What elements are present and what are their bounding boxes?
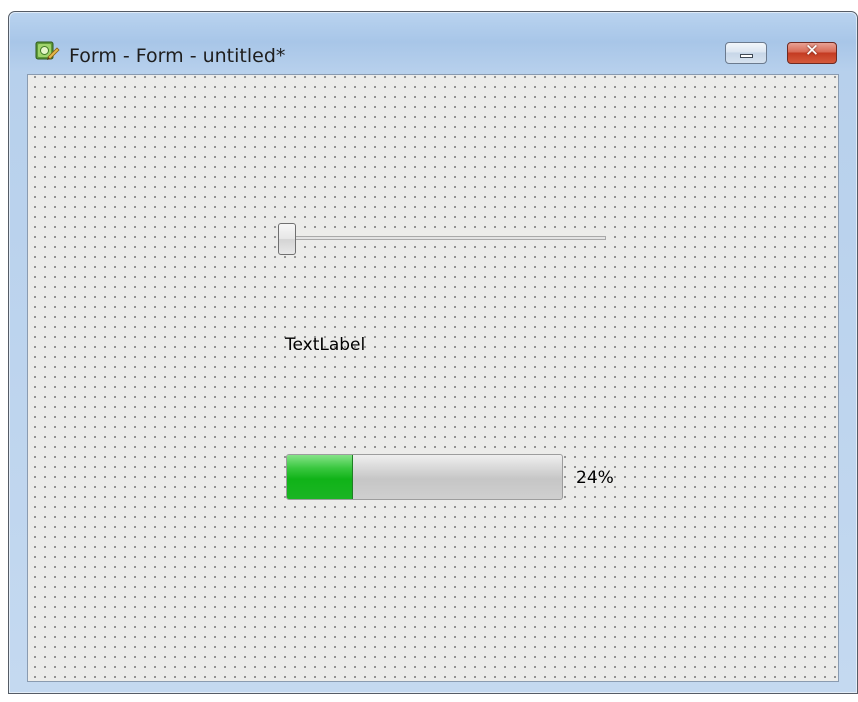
close-button[interactable]: ✕ xyxy=(787,41,837,64)
slider-groove[interactable] xyxy=(286,236,606,240)
minimize-button[interactable] xyxy=(725,42,767,64)
close-icon: ✕ xyxy=(804,41,820,61)
progress-fill xyxy=(287,455,353,499)
text-label: TextLabel xyxy=(285,335,366,355)
minimize-icon xyxy=(740,54,753,58)
title-bar[interactable]: Form - Form - untitled* ✕ xyxy=(9,12,857,76)
form-window: Form - Form - untitled* ✕ TextLabel 24% xyxy=(8,11,858,694)
form-canvas[interactable]: TextLabel 24% xyxy=(27,74,839,682)
window-title: Form - Form - untitled* xyxy=(69,45,286,67)
progress-bar xyxy=(286,454,563,500)
slider-handle[interactable] xyxy=(278,223,296,255)
horizontal-slider[interactable] xyxy=(278,223,611,255)
progress-percentage: 24% xyxy=(576,468,614,488)
qt-designer-form-icon xyxy=(34,38,60,62)
